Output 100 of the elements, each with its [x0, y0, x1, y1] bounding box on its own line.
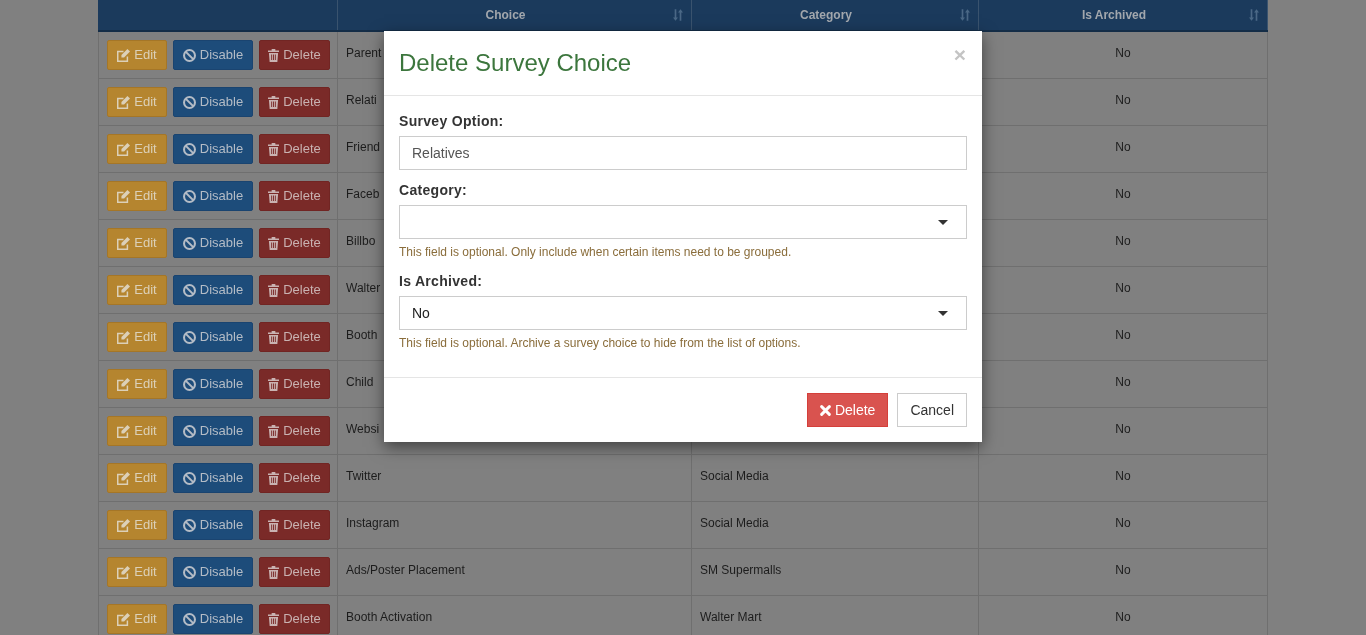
modal-title: Delete Survey Choice — [399, 50, 632, 76]
field-label: Category: — [399, 181, 469, 200]
column-header[interactable]: Choice — [346, 6, 665, 24]
disable-button[interactable]: Disable — [173, 604, 253, 634]
delete-button[interactable]: Delete — [259, 134, 330, 164]
text-field[interactable]: Relatives — [399, 136, 967, 170]
cross-icon — [819, 404, 831, 416]
sort-icon[interactable] — [673, 9, 683, 21]
table-cell: Walter Mart — [700, 610, 762, 624]
sort-icon[interactable] — [1249, 9, 1259, 21]
delete-button[interactable]: Delete — [259, 463, 330, 493]
delete-button[interactable]: Delete — [259, 275, 330, 305]
delete-button[interactable]: Delete — [259, 181, 330, 211]
prohibited-icon — [182, 283, 196, 297]
disable-button[interactable]: Disable — [173, 322, 253, 352]
table-cell: Websi — [346, 422, 380, 436]
trash-icon — [268, 95, 280, 109]
prohibited-icon — [182, 424, 196, 438]
prohibited-icon — [182, 565, 196, 579]
caret-icon — [938, 310, 948, 316]
table-cell: No — [1115, 281, 1131, 295]
trash-icon — [268, 424, 280, 438]
disable-button[interactable]: Disable — [173, 181, 253, 211]
table-cell: Walter — [346, 281, 381, 295]
table-cell: No — [1115, 422, 1131, 436]
table-cell: No — [1115, 187, 1131, 201]
delete-button[interactable]: Delete — [259, 369, 330, 399]
pencil-icon — [117, 189, 131, 203]
delete-button[interactable]: Delete — [259, 40, 330, 70]
delete-button[interactable]: Delete — [259, 416, 330, 446]
table-cell: Ads/Poster Placement — [346, 563, 465, 577]
table-cell: No — [1115, 328, 1131, 342]
cancel-button[interactable]: Cancel — [897, 393, 967, 427]
disable-button[interactable]: Disable — [173, 228, 253, 258]
delete-button[interactable]: Delete — [259, 322, 330, 352]
prohibited-icon — [182, 471, 196, 485]
trash-icon — [268, 471, 280, 485]
disable-button[interactable]: Disable — [173, 416, 253, 446]
delete-button[interactable]: Delete — [806, 393, 889, 427]
table-cell: Billbo — [346, 234, 376, 248]
help-text: This field is optional. Archive a survey choice to hide from the list of options. — [399, 335, 802, 352]
trash-icon — [268, 518, 280, 532]
table-cell: No — [1115, 516, 1131, 530]
pencil-icon — [117, 283, 131, 297]
disable-button[interactable]: Disable — [173, 275, 253, 305]
trash-icon — [268, 48, 280, 62]
table-cell: No — [1115, 46, 1131, 60]
disable-button[interactable]: Disable — [173, 463, 253, 493]
disable-button[interactable]: Disable — [173, 87, 253, 117]
table-cell: SM Supermalls — [700, 563, 782, 577]
prohibited-icon — [182, 95, 196, 109]
disable-button[interactable]: Disable — [173, 40, 253, 70]
delete-button[interactable]: Delete — [259, 87, 330, 117]
table-cell: No — [1115, 563, 1131, 577]
field-label: Survey Option: — [399, 112, 505, 131]
table-cell: Parent — [346, 46, 382, 60]
prohibited-icon — [182, 612, 196, 626]
table-cell: Relati — [346, 93, 377, 107]
disable-button[interactable]: Disable — [173, 557, 253, 587]
pencil-icon — [117, 518, 131, 532]
table-cell: Booth — [346, 328, 378, 342]
pencil-icon — [117, 142, 131, 156]
disable-button[interactable]: Disable — [173, 510, 253, 540]
table-cell: Twitter — [346, 469, 382, 483]
disable-button[interactable]: Disable — [173, 369, 253, 399]
select-field[interactable] — [399, 205, 967, 239]
field-label: Is Archived: — [399, 272, 484, 291]
trash-icon — [268, 283, 280, 297]
disable-button[interactable]: Disable — [173, 134, 253, 164]
delete-button[interactable]: Delete — [259, 510, 330, 540]
delete-button[interactable]: Delete — [259, 557, 330, 587]
table-cell: No — [1115, 140, 1131, 154]
sort-icon[interactable] — [960, 9, 970, 21]
table-cell: Booth Activation — [346, 610, 433, 624]
trash-icon — [268, 189, 280, 203]
prohibited-icon — [182, 377, 196, 391]
pencil-icon — [117, 236, 131, 250]
trash-icon — [268, 612, 280, 626]
table-cell: No — [1115, 469, 1131, 483]
pencil-icon — [117, 48, 131, 62]
table-cell: Child — [346, 375, 374, 389]
pencil-icon — [117, 471, 131, 485]
table-cell: Instagram — [346, 516, 400, 530]
table-cell: No — [1115, 375, 1131, 389]
table-cell: Social Media — [700, 469, 769, 483]
delete-button[interactable]: Delete — [259, 604, 330, 634]
select-field[interactable]: No — [399, 296, 967, 330]
trash-icon — [268, 236, 280, 250]
prohibited-icon — [182, 330, 196, 344]
prohibited-icon — [182, 142, 196, 156]
prohibited-icon — [182, 518, 196, 532]
column-header[interactable]: Category — [700, 6, 952, 24]
trash-icon — [268, 565, 280, 579]
table-cell: Social Media — [700, 516, 769, 530]
pencil-icon — [117, 565, 131, 579]
table-cell: Faceb — [346, 187, 380, 201]
prohibited-icon — [182, 48, 196, 62]
column-header[interactable]: Is Archived — [987, 6, 1241, 24]
table-cell: No — [1115, 234, 1131, 248]
delete-button[interactable]: Delete — [259, 228, 330, 258]
